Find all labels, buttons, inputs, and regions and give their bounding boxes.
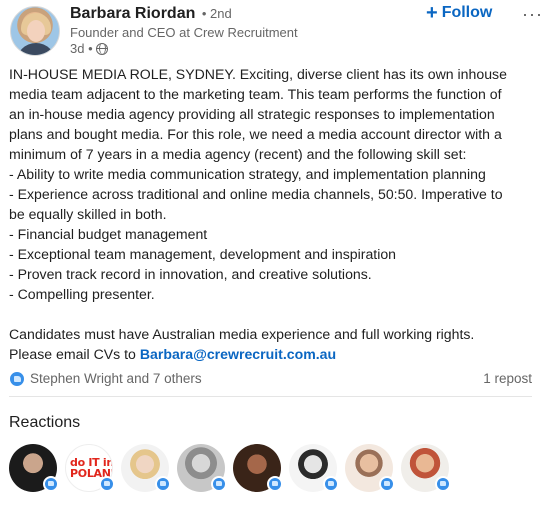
- post-line: - Proven track record in innovation, and…: [9, 266, 372, 282]
- connection-degree: • 2nd: [201, 6, 232, 21]
- post-line: plans and bought media. For this role, w…: [9, 126, 502, 142]
- post-line: - Financial budget management: [9, 226, 208, 242]
- post-line: - Experience across traditional and onli…: [9, 186, 503, 202]
- follow-button[interactable]: + Follow: [426, 2, 493, 24]
- like-icon: [267, 476, 283, 492]
- like-icon: [435, 476, 451, 492]
- like-icon: [99, 476, 115, 492]
- reactions-title: Reactions: [9, 414, 81, 431]
- plus-icon: +: [426, 2, 438, 24]
- post-line: be equally skilled in both.: [9, 206, 167, 222]
- author-name-row: Barbara Riordan • 2nd: [70, 5, 232, 23]
- like-icon: [155, 476, 171, 492]
- post-line: media team adjacent to the marketing tea…: [9, 86, 502, 102]
- like-icon: [9, 371, 25, 387]
- author-avatar[interactable]: [10, 6, 60, 56]
- post-meta: 3d •: [70, 41, 108, 56]
- post-line: - Exceptional team management, developme…: [9, 246, 397, 262]
- email-prefix: Please email CVs to: [9, 346, 140, 362]
- reactor-item[interactable]: [289, 444, 339, 494]
- globe-icon: [95, 42, 108, 55]
- post-line: Candidates must have Australian media ex…: [9, 326, 475, 342]
- reactor-item[interactable]: [401, 444, 451, 494]
- more-options-icon[interactable]: ···: [522, 4, 543, 25]
- email-line: Please email CVs to Barbara@crewrecruit.…: [9, 344, 539, 364]
- reactors-summary[interactable]: Stephen Wright and 7 others: [30, 371, 202, 386]
- follow-label: Follow: [441, 4, 493, 21]
- post-body: IN-HOUSE MEDIA ROLE, SYDNEY. Exciting, d…: [9, 64, 539, 364]
- like-icon: [379, 476, 395, 492]
- reactor-item[interactable]: [233, 444, 283, 494]
- post-time: 3d •: [70, 41, 93, 56]
- author-name[interactable]: Barbara Riordan: [70, 5, 195, 22]
- like-icon: [211, 476, 227, 492]
- avatar-shoulders: [16, 43, 56, 55]
- like-icon: [43, 476, 59, 492]
- reactor-item[interactable]: [121, 444, 171, 494]
- email-link[interactable]: Barbara@crewrecruit.com.au: [140, 346, 336, 362]
- reactor-item[interactable]: [345, 444, 395, 494]
- author-headline: Founder and CEO at Crew Recruitment: [70, 25, 298, 40]
- repost-count[interactable]: 1 repost: [483, 371, 532, 386]
- social-counts: Stephen Wright and 7 others 1 repost: [9, 370, 532, 390]
- post-line: an in-house media agency providing all s…: [9, 106, 495, 122]
- post-line: IN-HOUSE MEDIA ROLE, SYDNEY. Exciting, d…: [9, 66, 507, 82]
- like-icon: [323, 476, 339, 492]
- post-line: - Ability to write media communication s…: [9, 166, 486, 182]
- post-line: - Compelling presenter.: [9, 286, 155, 302]
- reactor-item[interactable]: [9, 444, 59, 494]
- divider: [9, 396, 532, 397]
- avatar-face: [27, 20, 45, 42]
- reactor-item[interactable]: [177, 444, 227, 494]
- post-line: minimum of 7 years in a media agency (re…: [9, 146, 467, 162]
- reactor-item[interactable]: do IT in POLAND: [65, 444, 115, 494]
- post-header: Barbara Riordan • 2nd Founder and CEO at…: [10, 2, 543, 60]
